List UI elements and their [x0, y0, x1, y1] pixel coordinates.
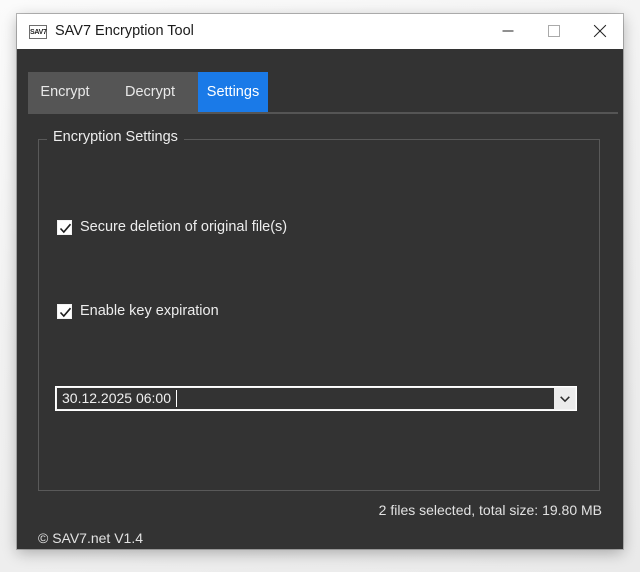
expiration-dropdown-button[interactable]: [554, 388, 575, 409]
secure-deletion-checkbox[interactable]: [57, 220, 72, 235]
client-area: Encrypt Decrypt Settings Encryption Sett…: [17, 49, 623, 549]
key-expiration-label: Enable key expiration: [80, 303, 219, 319]
copyright-label: © SAV7.net V1.4: [38, 530, 144, 546]
checkmark-icon: [59, 223, 72, 234]
maximize-button[interactable]: [531, 14, 577, 48]
close-button[interactable]: [577, 14, 623, 48]
minimize-button[interactable]: [485, 14, 531, 48]
minimize-icon: [502, 30, 514, 32]
application-window: SAV7 SAV7 Encryption Tool Encrypt Decryp…: [17, 14, 623, 549]
maximize-icon: [548, 25, 560, 37]
tab-settings[interactable]: Settings: [198, 72, 268, 112]
expiration-datetime-input[interactable]: 30.12.2025 06:00: [57, 388, 554, 409]
selected-files-status: 2 files selected, total size: 19.80 MB: [378, 502, 602, 518]
window-title: SAV7 Encryption Tool: [55, 23, 194, 39]
expiration-datetime-picker[interactable]: 30.12.2025 06:00: [55, 386, 577, 411]
checkmark-icon: [59, 307, 72, 318]
tab-bar-underline: [28, 112, 618, 114]
expiration-datetime-value: 30.12.2025 06:00: [62, 390, 171, 406]
tab-bar: Encrypt Decrypt Settings: [28, 72, 618, 114]
chevron-down-icon: [559, 395, 570, 402]
text-cursor: [176, 390, 177, 407]
encryption-settings-label: Encryption Settings: [47, 129, 184, 145]
secure-deletion-label: Secure deletion of original file(s): [80, 219, 288, 235]
close-icon: [593, 24, 607, 38]
sav7-app-icon: SAV7: [29, 25, 47, 39]
tab-encrypt[interactable]: Encrypt: [28, 72, 102, 112]
desktop-background: SAV7 SAV7 Encryption Tool Encrypt Decryp…: [0, 0, 640, 572]
key-expiration-checkbox[interactable]: [57, 304, 72, 319]
title-bar[interactable]: SAV7 SAV7 Encryption Tool: [17, 14, 623, 50]
tab-decrypt[interactable]: Decrypt: [102, 72, 198, 112]
